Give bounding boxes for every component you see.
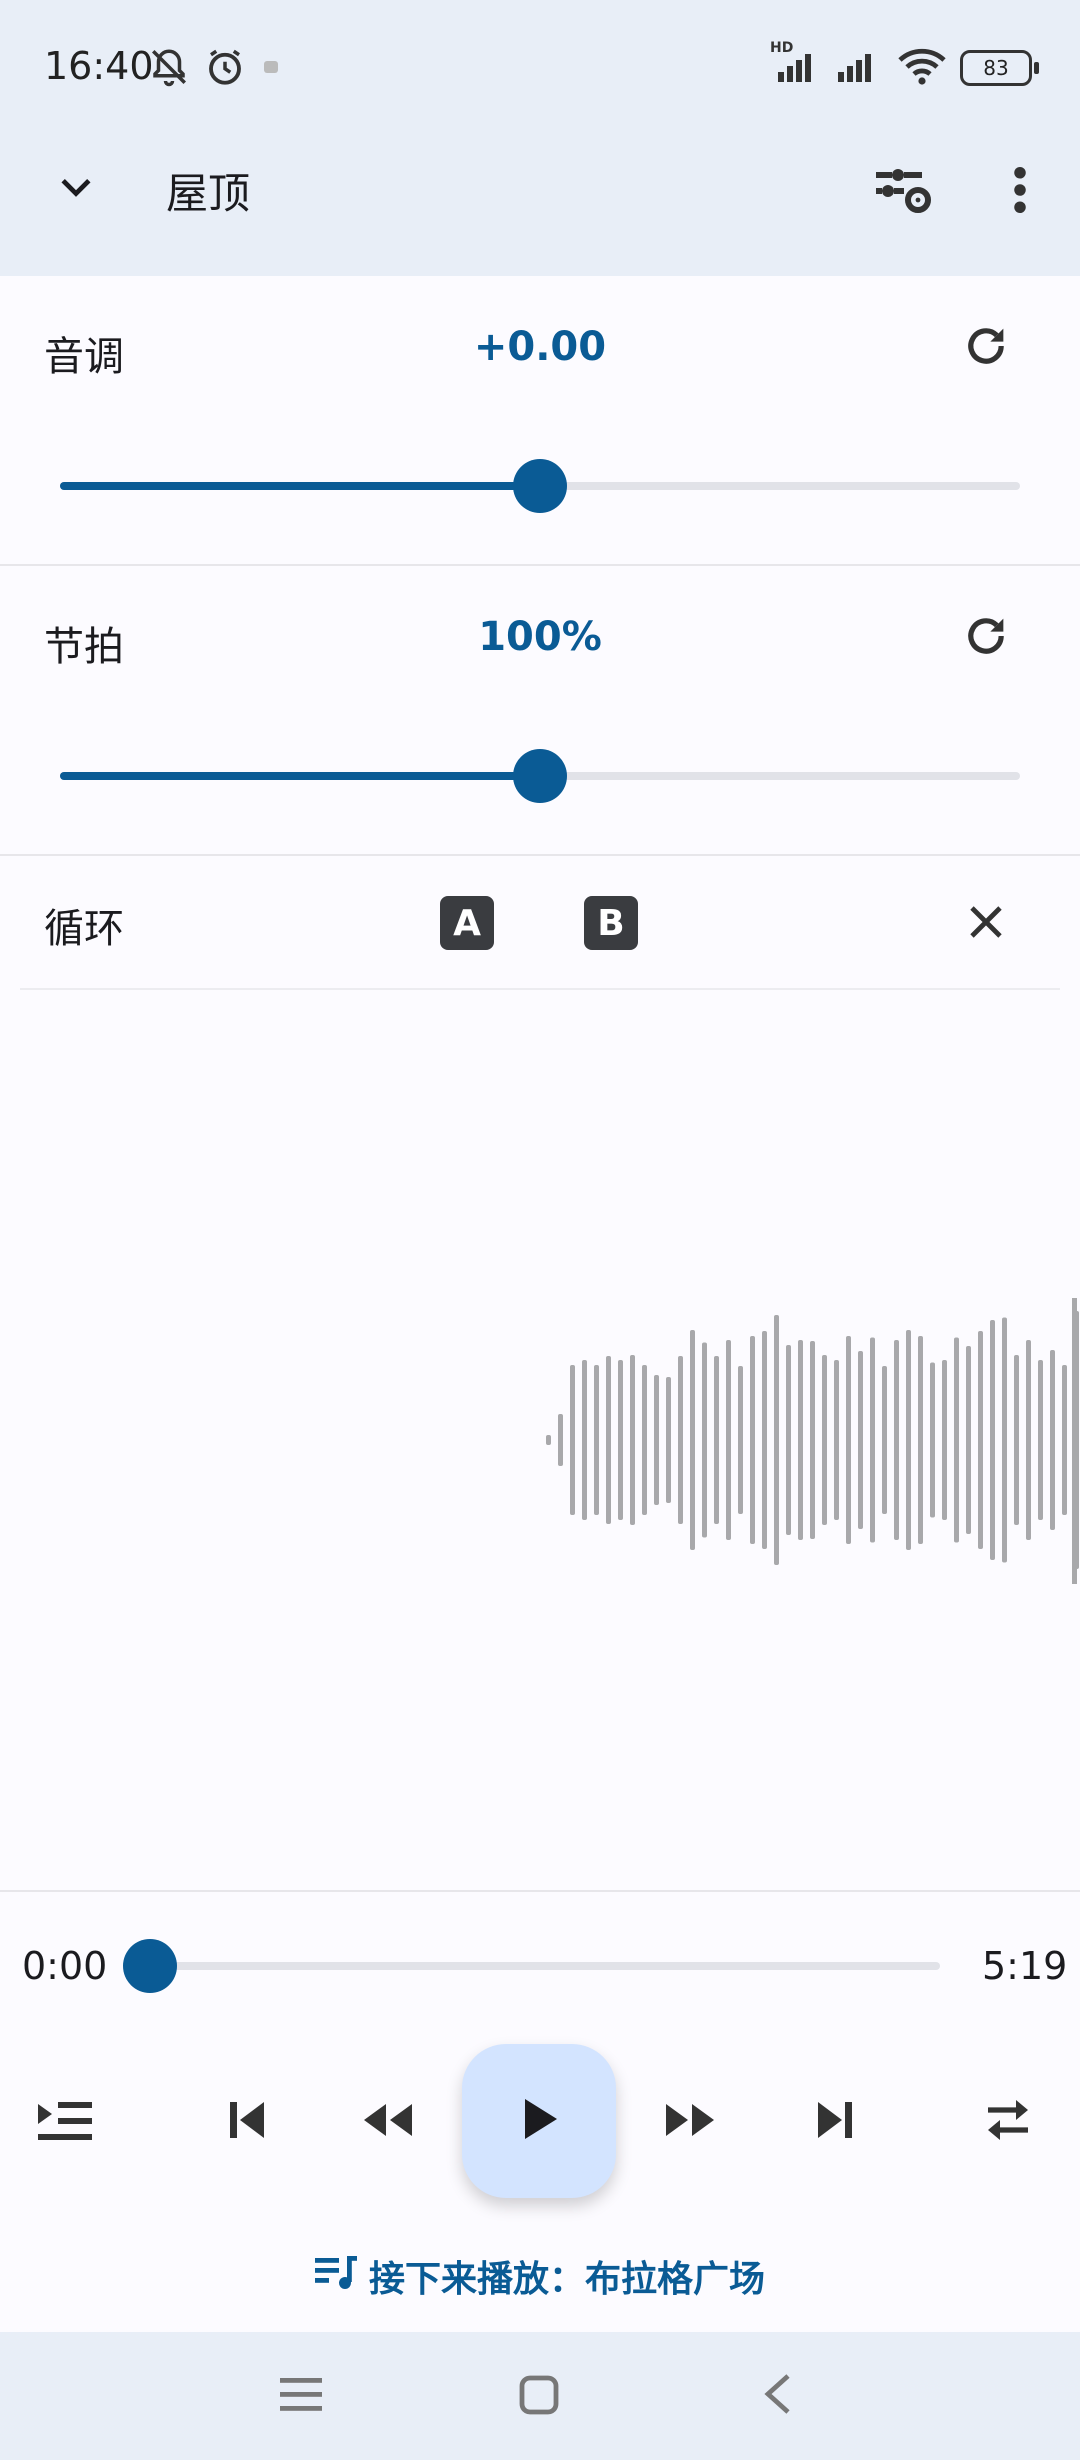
waveform-bar [906,1330,911,1550]
waveform-bar [810,1341,815,1539]
chevron-down-icon[interactable] [46,158,106,218]
loop-b-button[interactable]: B [584,896,638,950]
total-time: 5:19 [982,1944,1068,1988]
close-icon[interactable] [962,898,1010,950]
wifi-icon [898,46,946,90]
waveform-bar [1050,1350,1055,1530]
waveform-bar [786,1345,791,1535]
waveform-bar [1014,1355,1019,1525]
waveform-bar [762,1331,767,1549]
waveform-bar [942,1360,947,1520]
more-vert-icon[interactable] [1000,160,1040,220]
tempo-section: 节拍 100% [0,566,1080,854]
waveform-bar [570,1365,575,1515]
waveform-bar [894,1340,899,1540]
skip-previous-icon[interactable] [228,2098,268,2146]
waveform-bar [702,1342,707,1538]
waveform-bar [582,1360,587,1520]
loop-label: 循环 [44,906,124,952]
status-left-icons [148,46,284,92]
hd-label: HD [770,40,794,56]
waveform-bar [594,1365,599,1515]
skip-next-icon[interactable] [814,2098,854,2146]
loop-a-button[interactable]: A [440,896,494,950]
up-next[interactable]: 接下来播放：布拉格广场 [0,2250,1080,2302]
tempo-slider-fill [60,772,540,780]
waveform-bar [618,1360,623,1520]
waveform-bar [1072,1298,1077,1584]
waveform-bar [858,1351,863,1529]
menu-icon[interactable] [280,2374,322,2418]
up-next-label: 接下来播放：布拉格广场 [368,2259,765,2300]
waveform-bar [990,1320,995,1560]
waveform-bar [654,1375,659,1505]
waveform-bar [546,1435,551,1445]
reset-pitch-icon[interactable] [960,320,1012,376]
waveform-bar [882,1366,887,1514]
waveform-bar [690,1330,695,1550]
waveform-bar [738,1366,743,1514]
tempo-slider-thumb[interactable] [513,749,567,803]
repeat-icon[interactable] [984,2098,1032,2146]
waveform-bar [750,1336,755,1544]
playlist-icon [314,2254,359,2299]
current-time: 0:00 [22,1944,108,1988]
waveform-bar [630,1355,635,1525]
waveform-bar [870,1337,875,1543]
waveform-bar [834,1360,839,1520]
top-bar: 16:40 HD 83 屋顶 [0,0,1080,276]
loop-section: 循环 A B [0,856,1080,990]
waveform-bar [666,1377,671,1503]
waveform-bar [642,1365,647,1515]
waveform-bar [978,1331,983,1549]
reset-tempo-icon[interactable] [960,610,1012,666]
waveform-bar [966,1346,971,1534]
notification-icon [260,55,284,83]
tempo-value: 100% [478,614,602,660]
signal-icon [834,48,884,88]
waveform-bar [822,1355,827,1525]
divider [0,1890,1080,1892]
waveform-bar [1026,1340,1031,1540]
waveform-bar [678,1356,683,1524]
seek-bar-thumb[interactable] [123,1939,177,1993]
waveform-bar [558,1414,563,1466]
home-icon[interactable] [518,2374,560,2420]
waveform-bar [606,1356,611,1524]
waveform-bar [798,1340,803,1540]
waveform-bar [774,1315,779,1565]
seek-bar-track[interactable] [150,1962,940,1970]
song-title: 屋顶 [166,169,251,218]
waveform-bar [714,1356,719,1524]
pitch-value: +0.00 [473,324,607,370]
queue-icon[interactable] [36,2096,94,2150]
pitch-slider-fill [60,482,540,490]
waveform-bar [726,1340,731,1540]
waveform-bar [954,1337,959,1543]
waveform[interactable] [0,990,1080,1890]
waveform-bar [1002,1317,1007,1563]
waveform-bar [930,1362,935,1518]
equalizer-settings-icon[interactable] [870,160,936,220]
waveform-bar [918,1336,923,1544]
status-time: 16:40 [44,44,154,88]
fast-forward-icon[interactable] [664,2100,716,2144]
alarm-icon [204,46,246,92]
play-button[interactable] [462,2044,616,2198]
play-icon [519,2097,559,2145]
waveform-bar [1062,1365,1067,1515]
battery-icon: 83 [960,50,1039,86]
pitch-section: 音调 +0.00 [0,276,1080,564]
mute-icon [148,46,190,92]
pitch-slider-thumb[interactable] [513,459,567,513]
navigation-bar [0,2332,1080,2460]
waveform-bar [846,1336,851,1544]
hd-signal-icon: HD [770,40,820,88]
waveform-bar [1038,1360,1043,1520]
rewind-icon[interactable] [362,2100,414,2144]
status-right-icons: HD 83 [770,40,1039,90]
back-icon[interactable] [762,2372,794,2420]
